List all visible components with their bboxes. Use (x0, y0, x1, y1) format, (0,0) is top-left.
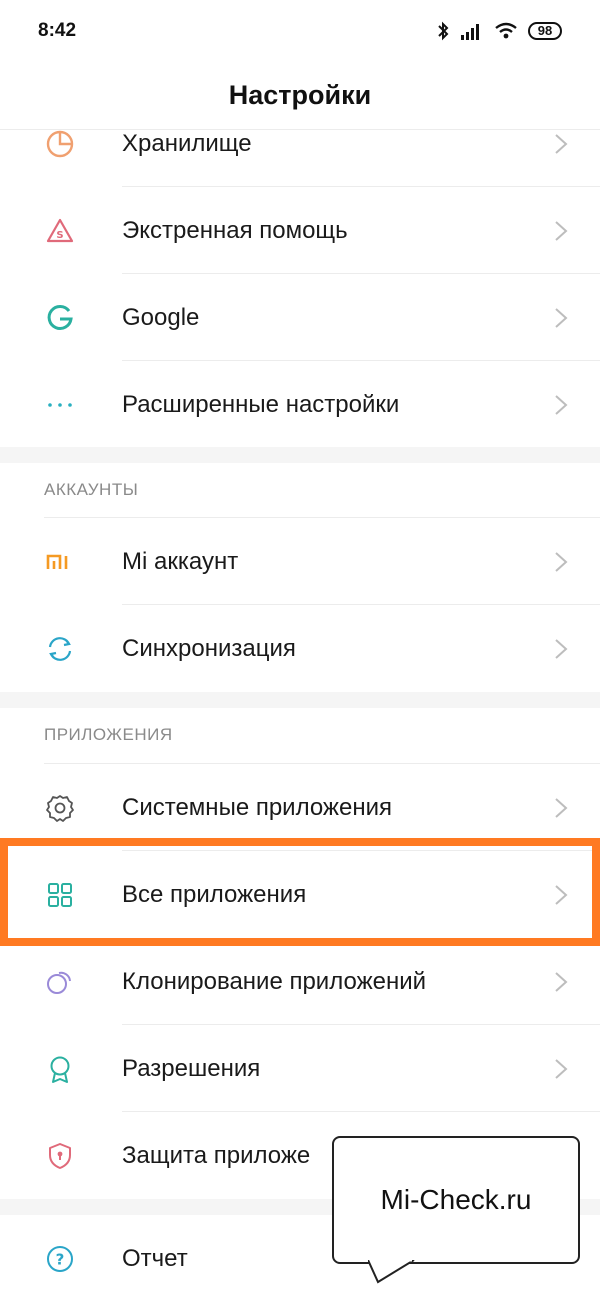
chevron-right-icon (555, 394, 568, 415)
settings-item-label: Расширенные настройки (122, 390, 400, 418)
watermark-bubble: Mi-Check.ru (332, 1136, 580, 1264)
settings-item-label: Отчет (122, 1244, 188, 1272)
chevron-right-icon (555, 797, 568, 818)
chevron-right-icon (555, 220, 568, 241)
emergency-icon: S (44, 215, 76, 247)
sync-icon (44, 633, 76, 665)
svg-text:S: S (56, 230, 63, 241)
section-separator (0, 447, 600, 463)
settings-item-label: Синхронизация (122, 634, 296, 662)
clone-icon (44, 966, 76, 998)
settings-item-advanced[interactable]: Расширенные настройки (0, 361, 600, 448)
settings-item-permissions[interactable]: Разрешения (0, 1025, 600, 1112)
chevron-right-icon (555, 971, 568, 992)
settings-item-label: Экстренная помощь (122, 216, 348, 244)
settings-item-emergency[interactable]: S Экстренная помощь (0, 187, 600, 274)
more-icon (44, 389, 76, 421)
chevron-right-icon (555, 1058, 568, 1079)
settings-item-label: Mi аккаунт (122, 547, 239, 575)
bubble-tail (368, 1260, 415, 1284)
wifi-icon (494, 22, 518, 40)
google-icon (44, 302, 76, 334)
settings-item-label: Разрешения (122, 1054, 261, 1082)
grid-icon (44, 879, 76, 911)
settings-item-mi-account[interactable]: Mi аккаунт (0, 518, 600, 605)
settings-item-label: Хранилище (122, 129, 252, 157)
section-title-accounts: АККАУНТЫ (44, 480, 139, 499)
battery-icon: 98 (528, 22, 562, 40)
gear-icon (44, 792, 76, 824)
help-icon: ? (44, 1243, 76, 1275)
chevron-right-icon (555, 884, 568, 905)
chevron-right-icon (555, 307, 568, 328)
section-separator (0, 692, 600, 708)
shield-icon (44, 1140, 76, 1172)
status-bar: 8:42 98 (0, 0, 600, 62)
mi-logo-icon (44, 546, 76, 578)
settings-item-sync[interactable]: Синхронизация (0, 605, 600, 692)
settings-item-label: Google (122, 303, 200, 331)
section-title-apps: ПРИЛОЖЕНИЯ (44, 725, 173, 744)
bluetooth-icon (436, 21, 450, 41)
settings-item-label: Защита приложе (122, 1141, 311, 1169)
svg-text:?: ? (56, 1250, 65, 1268)
settings-item-label: Системные приложения (122, 793, 392, 821)
watermark-text: Mi-Check.ru (380, 1184, 532, 1215)
settings-item-label: Все приложения (122, 880, 307, 908)
settings-item-label: Клонирование приложений (122, 967, 427, 995)
page-title: Настройки (0, 62, 600, 130)
settings-item-all-apps[interactable]: Все приложения (0, 851, 600, 938)
status-icons: 98 (436, 21, 562, 41)
chevron-right-icon (555, 638, 568, 659)
settings-item-google[interactable]: Google (0, 274, 600, 361)
settings-item-clone-apps[interactable]: Клонирование приложений (0, 938, 600, 1025)
badge-icon (44, 1053, 76, 1085)
signal-icon (460, 22, 484, 40)
chevron-right-icon (555, 133, 568, 154)
chevron-right-icon (555, 551, 568, 572)
status-time: 8:42 (38, 20, 77, 41)
storage-icon (44, 128, 76, 160)
settings-item-system-apps[interactable]: Системные приложения (0, 764, 600, 851)
